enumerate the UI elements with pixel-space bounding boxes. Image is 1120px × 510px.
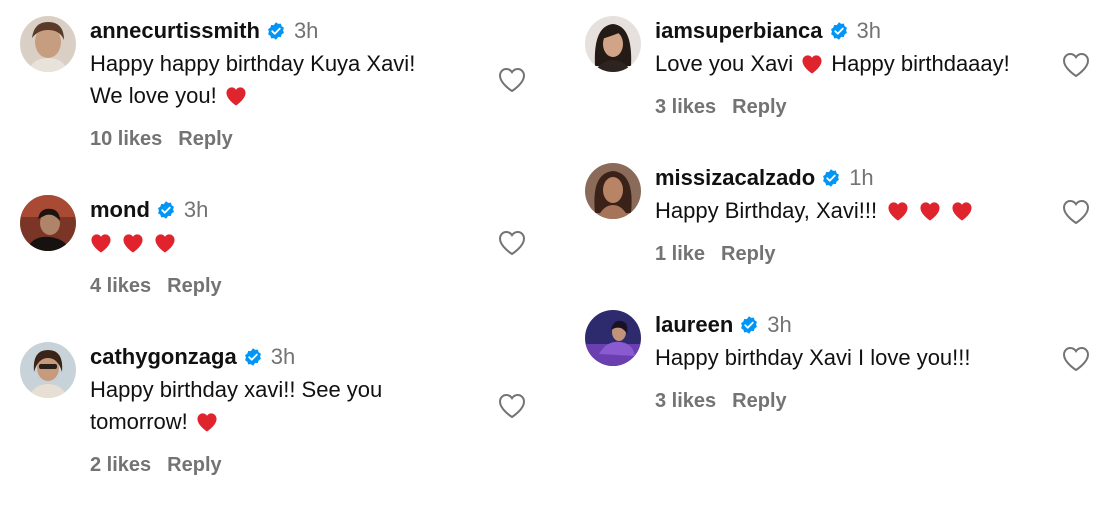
comment-time: 3h	[856, 18, 881, 43]
like-heart-icon[interactable]	[1062, 346, 1090, 372]
comment-meta: 2 likes Reply	[90, 454, 382, 477]
red-heart-emoji-icon	[919, 201, 941, 221]
like-count[interactable]: 3 likes	[655, 96, 716, 118]
comment-meta: 3 likes Reply	[655, 390, 971, 413]
comment-body: iamsuperbianca 3h Love you Xavi Happy bir…	[655, 16, 1010, 119]
like-heart-icon[interactable]	[498, 230, 526, 256]
comment-text: Happy Birthday, Xavi!!!	[655, 195, 973, 227]
comment-text: Happy birthday xavi!! See you tomorrow!	[90, 374, 382, 438]
reply-button[interactable]: Reply	[167, 454, 221, 476]
comment-meta: 10 likes Reply	[90, 128, 415, 151]
comment-header: missizacalzado 1h	[655, 163, 973, 193]
comment-line: tomorrow!	[90, 406, 382, 438]
like-count[interactable]: 3 likes	[655, 390, 716, 412]
comment-line: Happy birthday Xavi I love you!!!	[655, 345, 971, 370]
comment-line-text: Happy Birthday, Xavi!!!	[655, 198, 878, 223]
avatar[interactable]	[20, 16, 76, 72]
reply-button[interactable]: Reply	[732, 390, 786, 412]
like-heart-icon[interactable]	[1062, 52, 1090, 78]
verified-badge-icon	[739, 315, 759, 335]
reply-button[interactable]: Reply	[178, 128, 232, 150]
verified-badge-icon	[156, 200, 176, 220]
avatar[interactable]	[585, 310, 641, 366]
avatar-photo-icon	[20, 195, 76, 251]
comment-text: Love you Xavi Happy birthdaaay!	[655, 48, 1010, 80]
like-heart-icon[interactable]	[498, 393, 526, 419]
verified-badge-icon	[243, 347, 263, 367]
verified-badge-icon	[821, 168, 841, 188]
comment-header: iamsuperbianca 3h	[655, 16, 1010, 46]
username[interactable]: laureen	[655, 312, 733, 338]
username[interactable]: mond	[90, 197, 150, 223]
comment-time: 3h	[293, 18, 319, 43]
reply-button[interactable]: Reply	[732, 96, 786, 118]
reply-button[interactable]: Reply	[167, 275, 221, 297]
comment-time: 1h	[849, 165, 874, 190]
comment-body: mond 3h 4 likes Reply	[90, 195, 222, 298]
like-heart-icon[interactable]	[498, 67, 526, 93]
verified-badge-icon	[829, 21, 849, 41]
like-count[interactable]: 10 likes	[90, 128, 162, 150]
comment-line: Happy birthday xavi!! See you	[90, 377, 383, 402]
username[interactable]: iamsuperbianca	[655, 18, 823, 44]
red-heart-emoji-icon	[887, 201, 909, 221]
comment-line: Love you Xavi Happy birthdaaay!	[655, 48, 1010, 80]
like-heart-icon[interactable]	[1062, 199, 1090, 225]
comment-text: Happy happy birthday Kuya Xavi! We love …	[90, 48, 415, 112]
comment-time: 3h	[270, 344, 296, 369]
red-heart-emoji-icon	[225, 86, 247, 106]
comment-meta: 4 likes Reply	[90, 275, 222, 298]
like-count[interactable]: 2 likes	[90, 454, 151, 476]
comment-line-text: Love you Xavi	[655, 51, 794, 76]
username[interactable]: cathygonzaga	[90, 344, 237, 370]
comment-line-text: We love you!	[90, 83, 217, 108]
comment-header: annecurtissmith 3h	[90, 16, 415, 46]
avatar-photo-icon	[585, 16, 641, 72]
comment-body: laureen 3h Happy birthday Xavi I love yo…	[655, 310, 971, 413]
comment-line: Happy Birthday, Xavi!!!	[655, 195, 973, 227]
comment-line: We love you!	[90, 80, 415, 112]
username[interactable]: annecurtissmith	[90, 18, 260, 44]
username[interactable]: missizacalzado	[655, 165, 815, 191]
red-heart-emoji-icon	[154, 233, 176, 253]
avatar-photo-icon	[20, 16, 76, 72]
verified-badge-icon	[266, 21, 286, 41]
avatar-photo-icon	[585, 310, 641, 366]
red-heart-emoji-icon	[951, 201, 973, 221]
avatar[interactable]	[20, 195, 76, 251]
avatar[interactable]	[20, 342, 76, 398]
comment-time: 3h	[183, 197, 209, 222]
avatar-photo-icon	[20, 342, 76, 398]
comment-header: laureen 3h	[655, 310, 971, 340]
comment-meta: 1 like Reply	[655, 243, 973, 266]
comment-body: cathygonzaga 3h Happy birthday xavi!! Se…	[90, 342, 382, 477]
red-heart-emoji-icon	[122, 233, 144, 253]
comment-line-text: tomorrow!	[90, 409, 188, 434]
comment-body: annecurtissmith 3h Happy happy birthday …	[90, 16, 415, 151]
comment-text	[90, 227, 222, 259]
comment-line: Happy happy birthday Kuya Xavi!	[90, 51, 416, 76]
red-heart-emoji-icon	[90, 233, 112, 253]
avatar[interactable]	[585, 163, 641, 219]
like-count[interactable]: 1 like	[655, 243, 705, 265]
red-heart-emoji-icon	[801, 54, 823, 74]
comment-header: mond 3h	[90, 195, 222, 225]
comment-meta: 3 likes Reply	[655, 96, 1010, 119]
comment-body: missizacalzado 1h Happy Birthday, Xavi!!…	[655, 163, 973, 266]
comment-header: cathygonzaga 3h	[90, 342, 382, 372]
comment-time: 3h	[767, 312, 792, 337]
comment-line	[82, 227, 222, 259]
comment-line-text: Happy birthdaaay!	[831, 51, 1010, 76]
comment-text: Happy birthday Xavi I love you!!!	[655, 342, 971, 374]
avatar-photo-icon	[585, 163, 641, 219]
reply-button[interactable]: Reply	[721, 243, 775, 265]
like-count[interactable]: 4 likes	[90, 275, 151, 297]
avatar[interactable]	[585, 16, 641, 72]
red-heart-emoji-icon	[196, 412, 218, 432]
